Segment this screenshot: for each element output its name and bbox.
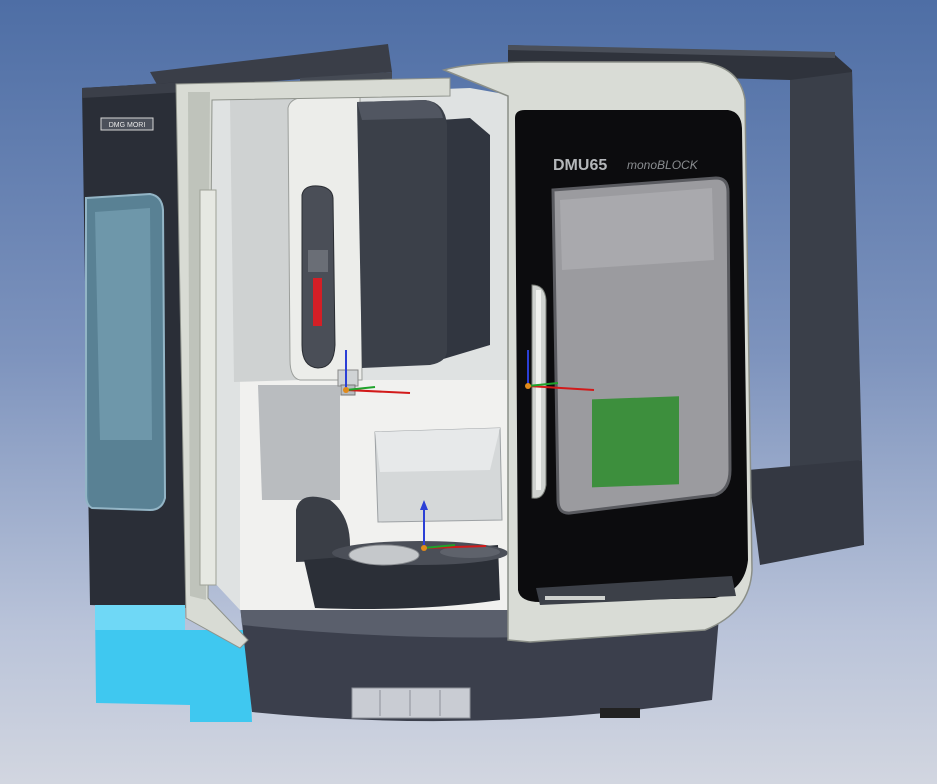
green-screen-panel [592,396,679,488]
machine-model-3d-view[interactable]: DMG MORI DMU65 monoBLOCK [0,0,937,784]
spindle-indicator-red [313,278,322,326]
machine-model-label: DMU65 [553,157,607,174]
spindle-head [287,96,447,396]
nameplate-text: DMG MORI [109,122,146,129]
machine-series-label: monoBLOCK [627,158,699,172]
cad-viewport[interactable]: DMG MORI DMU65 monoBLOCK [0,0,937,784]
